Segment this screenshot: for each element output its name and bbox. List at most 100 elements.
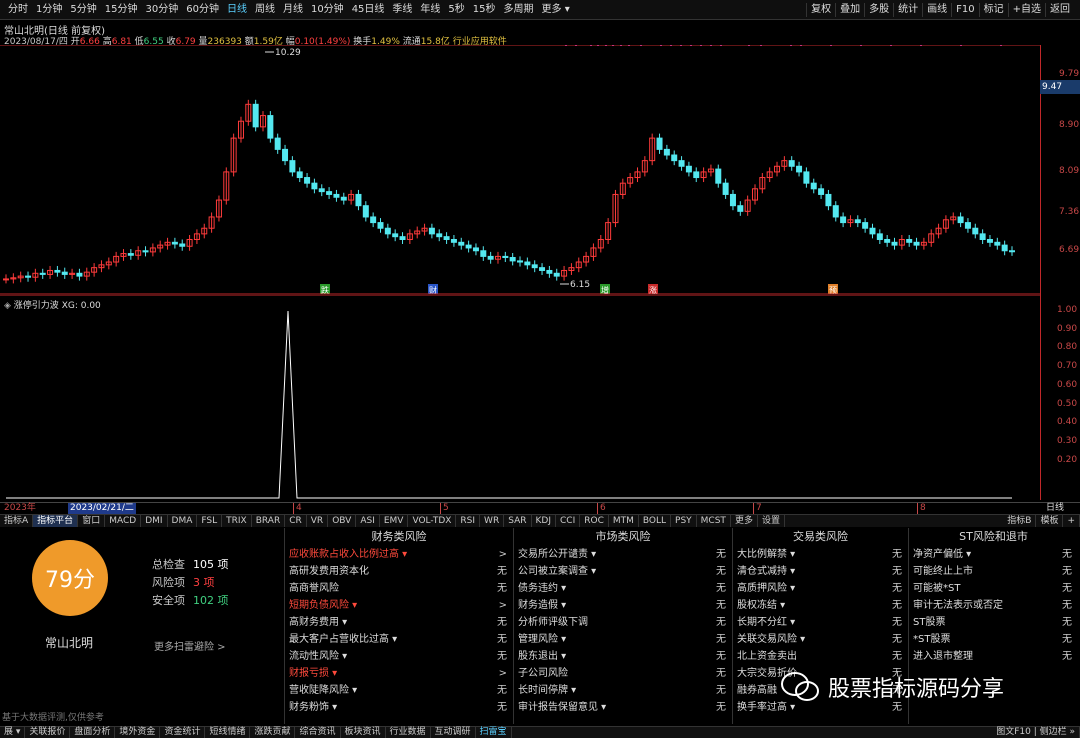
risk-row[interactable]: 进入退市整理 无 xyxy=(909,648,1078,665)
tool-button[interactable]: 叠加 xyxy=(835,3,864,17)
indicator-tab[interactable]: MCST xyxy=(697,515,731,527)
risk-row[interactable]: 交易所公开谴责 ▾ 无 xyxy=(514,546,732,563)
status-tab[interactable]: 综合资讯 xyxy=(295,727,341,738)
risk-row[interactable]: ST股票 无 xyxy=(909,614,1078,631)
period-tab[interactable]: 日线 xyxy=(223,3,251,17)
status-tab[interactable]: 资金统计 xyxy=(160,727,206,738)
risk-row[interactable]: 北上资金卖出 无 xyxy=(733,648,908,665)
indicator-tab[interactable]: 指标平台 xyxy=(33,515,79,527)
indicator-tab[interactable]: DMI xyxy=(141,515,168,527)
indicator-tab[interactable]: CCI xyxy=(556,515,581,527)
risk-row[interactable]: 长时间停牌 ▾ 无 xyxy=(514,682,732,699)
indicator-tab[interactable]: EMV xyxy=(380,515,409,527)
indicator-tab[interactable]: TRIX xyxy=(222,515,252,527)
status-tab[interactable]: 短线情绪 xyxy=(205,727,251,738)
status-tab[interactable]: 关联报价 xyxy=(25,727,71,738)
risk-row[interactable]: 管理风险 ▾ 无 xyxy=(514,631,732,648)
tool-button[interactable]: 画线 xyxy=(922,3,951,17)
risk-row[interactable]: 债务违约 ▾ 无 xyxy=(514,580,732,597)
risk-row[interactable]: 高质押风险 ▾ 无 xyxy=(733,580,908,597)
status-tab[interactable]: 境外资金 xyxy=(115,727,161,738)
period-tab[interactable]: 季线 xyxy=(388,3,416,17)
risk-row[interactable]: 股权冻结 ▾ 无 xyxy=(733,597,908,614)
risk-row[interactable]: 营收陡降风险 ▾ 无 xyxy=(285,682,513,699)
indicator-tab[interactable]: BOLL xyxy=(639,515,672,527)
risk-row[interactable]: 股东退出 ▾ 无 xyxy=(514,648,732,665)
status-tab[interactable]: 行业数据 xyxy=(386,727,431,738)
risk-row[interactable]: *ST股票 无 xyxy=(909,631,1078,648)
period-tab[interactable]: 10分钟 xyxy=(307,3,348,17)
indicator-tab[interactable]: VR xyxy=(307,515,329,527)
tool-button[interactable]: 标记 xyxy=(978,3,1008,17)
indicator-tab[interactable]: 窗口 xyxy=(78,515,106,527)
tool-button[interactable]: 多股 xyxy=(864,3,893,17)
risk-row[interactable]: 关联交易风险 ▾ 无 xyxy=(733,631,908,648)
indicator-tab-right[interactable]: 指标B xyxy=(1003,515,1037,527)
indicator-tab[interactable]: KDJ xyxy=(532,515,556,527)
indicator-tab[interactable]: MACD xyxy=(105,515,142,527)
indicator-tab[interactable]: DMA xyxy=(168,515,198,527)
period-tab[interactable]: 15分钟 xyxy=(101,3,142,17)
period-tab[interactable]: 年线 xyxy=(416,3,444,17)
risk-row[interactable]: 分析师评级下调 无 xyxy=(514,614,732,631)
tool-button[interactable]: +自选 xyxy=(1007,3,1045,17)
indicator-tab[interactable]: 指标A xyxy=(0,515,34,527)
indicator-tab[interactable]: SAR xyxy=(504,515,532,527)
risk-row[interactable]: 审计报告保留意见 ▾ 无 xyxy=(514,699,732,716)
period-tab[interactable]: 周线 xyxy=(251,3,279,17)
risk-row[interactable]: 大比例解禁 ▾ 无 xyxy=(733,546,908,563)
indicator-tab-right[interactable]: 模板 xyxy=(1036,515,1064,527)
indicator-tab[interactable]: FSL xyxy=(197,515,223,527)
period-tab[interactable]: 更多 ▾ xyxy=(538,3,574,17)
indicator-tab[interactable]: MTM xyxy=(609,515,639,527)
risk-row[interactable]: 可能被*ST 无 xyxy=(909,580,1078,597)
indicator-chart[interactable] xyxy=(0,295,1040,500)
indicator-tab[interactable]: PSY xyxy=(671,515,697,527)
indicator-tab[interactable]: BRAR xyxy=(252,515,286,527)
more-scan-link[interactable]: 更多扫雷避险 > xyxy=(154,638,226,653)
f10-sidebar-link[interactable]: 图文F10 | 侧边栏 » xyxy=(992,727,1080,738)
risk-row[interactable]: 高研发费用资本化 无 xyxy=(285,563,513,580)
status-tab[interactable]: 涨跌贡献 xyxy=(250,727,296,738)
period-tab[interactable]: 30分钟 xyxy=(141,3,182,17)
risk-row[interactable]: 清仓式减持 ▾ 无 xyxy=(733,563,908,580)
tool-button[interactable]: 复权 xyxy=(806,3,835,17)
indicator-tab-right[interactable]: + xyxy=(1063,515,1080,527)
period-tab[interactable]: 多周期 xyxy=(500,3,538,17)
indicator-tab[interactable]: RSI xyxy=(456,515,481,527)
period-tab[interactable]: 15秒 xyxy=(469,3,500,17)
indicator-tab[interactable]: 更多 xyxy=(731,515,758,527)
status-tab[interactable]: 盘面分析 xyxy=(70,727,116,738)
risk-row[interactable]: 财务粉饰 ▾ 无 xyxy=(285,699,513,716)
indicator-tab[interactable]: CR xyxy=(285,515,307,527)
risk-row[interactable]: 长期不分红 ▾ 无 xyxy=(733,614,908,631)
risk-row[interactable]: 公司被立案调查 ▾ 无 xyxy=(514,563,732,580)
risk-row[interactable]: 最大客户占营收比过高 ▾ 无 xyxy=(285,631,513,648)
risk-row[interactable]: 净资产偏低 ▾ 无 xyxy=(909,546,1078,563)
risk-row[interactable]: 子公司风险 无 xyxy=(514,665,732,682)
indicator-tab[interactable]: ASI xyxy=(356,515,380,527)
risk-row[interactable]: 财报亏损 ▾ > xyxy=(285,665,513,682)
risk-row[interactable]: 财务造假 ▾ 无 xyxy=(514,597,732,614)
risk-row[interactable]: 应收账款占收入比例过高 ▾ > xyxy=(285,546,513,563)
period-tab[interactable]: 1分钟 xyxy=(32,3,66,17)
period-tab[interactable]: 分时 xyxy=(4,3,32,17)
indicator-tab[interactable]: 设置 xyxy=(758,515,785,527)
risk-row[interactable]: 可能终止上市 无 xyxy=(909,563,1078,580)
period-tab[interactable]: 5分钟 xyxy=(66,3,100,17)
tool-button[interactable]: 返回 xyxy=(1045,3,1074,17)
candlestick-chart[interactable]: 10.296.15跌财增涨预 xyxy=(0,45,1040,295)
risk-row[interactable]: 短期负债风险 ▾ > xyxy=(285,597,513,614)
status-tab[interactable]: 互动调研 xyxy=(431,727,476,738)
risk-row[interactable]: 高商誉风险 无 xyxy=(285,580,513,597)
status-tab[interactable]: 扫雷宝 xyxy=(476,727,512,738)
indicator-tab[interactable]: VOL-TDX xyxy=(408,515,457,527)
indicator-tab[interactable]: ROC xyxy=(580,515,609,527)
indicator-tab[interactable]: OBV xyxy=(328,515,357,527)
status-tab[interactable]: 板块资讯 xyxy=(341,727,386,738)
risk-row[interactable]: 流动性风险 ▾ 无 xyxy=(285,648,513,665)
period-tab[interactable]: 45日线 xyxy=(348,3,389,17)
period-tab[interactable]: 60分钟 xyxy=(182,3,223,17)
status-tab[interactable]: 展 ▾ xyxy=(0,727,26,738)
risk-row[interactable]: 审计无法表示或否定 无 xyxy=(909,597,1078,614)
